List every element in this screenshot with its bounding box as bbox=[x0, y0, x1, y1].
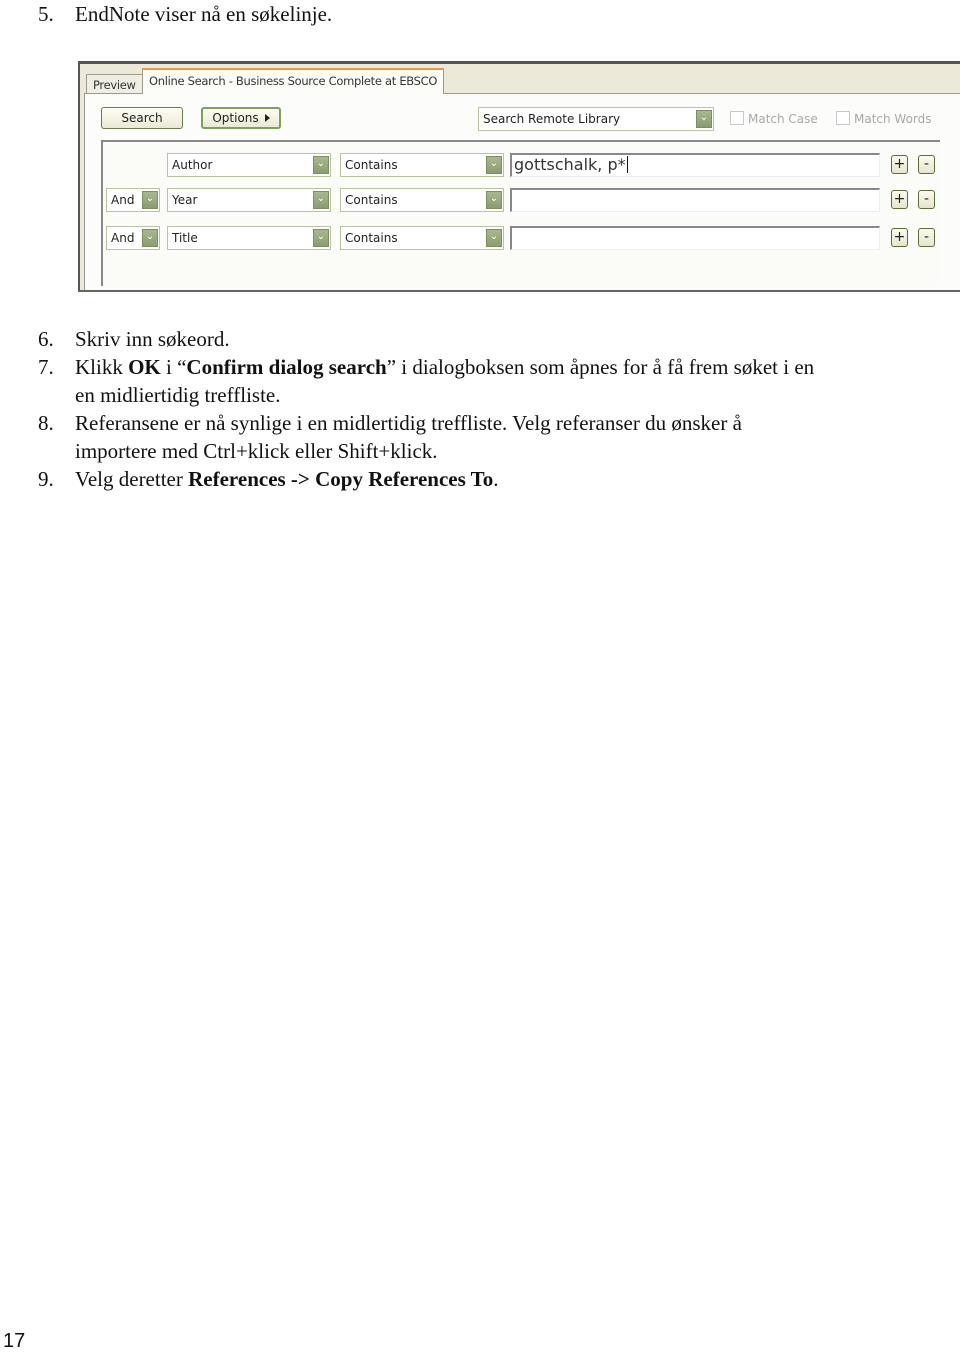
boolean-select[interactable]: And ⌄ bbox=[106, 188, 160, 212]
step-text: Velg deretter References -> Copy Referen… bbox=[75, 465, 499, 493]
match-case-label: Match Case bbox=[748, 112, 818, 126]
field-value: Title bbox=[172, 231, 198, 245]
search-criteria-area: Author ⌄ Contains ⌄ gottschalk, p* + - A… bbox=[101, 140, 940, 286]
search-panel: Search Options Search Remote Library ⌄ M… bbox=[84, 93, 960, 290]
operator-select[interactable]: Contains ⌄ bbox=[340, 153, 504, 177]
text-run: i “ bbox=[160, 355, 187, 379]
field-select[interactable]: Title ⌄ bbox=[167, 226, 331, 250]
options-button[interactable]: Options bbox=[201, 107, 281, 129]
remove-row-button[interactable]: - bbox=[918, 190, 935, 209]
operator-value: Contains bbox=[345, 158, 398, 172]
field-select[interactable]: Author ⌄ bbox=[167, 153, 331, 177]
remove-row-button[interactable]: - bbox=[918, 228, 935, 247]
remove-row-button[interactable]: - bbox=[918, 155, 935, 174]
step-text: Referansene er nå synlige i en midlertid… bbox=[75, 411, 742, 435]
text-run: . bbox=[493, 467, 499, 491]
chevron-down-icon: ⌄ bbox=[486, 191, 502, 209]
boolean-value: And bbox=[111, 193, 135, 207]
checkbox-icon bbox=[836, 111, 850, 125]
step-number: 5. bbox=[38, 2, 54, 26]
chevron-down-icon: ⌄ bbox=[142, 229, 158, 247]
search-term-input[interactable] bbox=[510, 226, 880, 250]
operator-value: Contains bbox=[345, 231, 398, 245]
add-row-button[interactable]: + bbox=[891, 155, 908, 174]
field-select[interactable]: Year ⌄ bbox=[167, 188, 331, 212]
library-select-value: Search Remote Library bbox=[483, 112, 621, 126]
add-row-button[interactable]: + bbox=[891, 190, 908, 209]
operator-select[interactable]: Contains ⌄ bbox=[340, 226, 504, 250]
tab-online-search[interactable]: Online Search - Business Source Complete… bbox=[142, 68, 445, 94]
step-text: importere med Ctrl+klick eller Shift+kli… bbox=[75, 439, 438, 463]
field-value: Year bbox=[172, 193, 198, 207]
step-number: 9. bbox=[38, 467, 54, 491]
step-text: Skriv inn søkeord. bbox=[75, 327, 230, 351]
step-text: en midliertidig treffliste. bbox=[75, 383, 281, 407]
chevron-down-icon: ⌄ bbox=[313, 156, 329, 174]
tab-bar: Preview Online Search - Business Source … bbox=[80, 64, 960, 94]
text-run: Klikk bbox=[75, 355, 129, 379]
chevron-down-icon: ⌄ bbox=[486, 156, 502, 174]
step-text: Klikk OK i “Confirm dialog search” i dia… bbox=[75, 353, 814, 381]
match-words-label: Match Words bbox=[854, 112, 932, 126]
chevron-down-icon: ⌄ bbox=[486, 229, 502, 247]
operator-select[interactable]: Contains ⌄ bbox=[340, 188, 504, 212]
add-row-button[interactable]: + bbox=[891, 228, 908, 247]
step-text: EndNote viser nå en søkelinje. bbox=[75, 2, 333, 26]
tab-preview[interactable]: Preview bbox=[86, 74, 143, 94]
confirm-dialog-emphasis: Confirm dialog search bbox=[186, 355, 387, 379]
triangle-right-icon bbox=[264, 114, 270, 122]
text-run: ” i dialogboksen som åpnes for å få frem… bbox=[386, 355, 815, 379]
endnote-search-screenshot: Preview Online Search - Business Source … bbox=[78, 61, 960, 292]
search-term-input[interactable]: gottschalk, p* bbox=[510, 153, 880, 177]
boolean-value: And bbox=[111, 231, 135, 245]
step-number: 8. bbox=[38, 411, 54, 435]
chevron-down-icon: ⌄ bbox=[313, 191, 329, 209]
operator-value: Contains bbox=[345, 193, 398, 207]
ok-emphasis: OK bbox=[128, 355, 161, 379]
match-words-checkbox[interactable]: Match Words bbox=[836, 111, 932, 127]
search-term-input[interactable] bbox=[510, 188, 880, 212]
text-caret bbox=[626, 156, 628, 173]
field-value: Author bbox=[172, 158, 213, 172]
step-number: 7. bbox=[38, 355, 54, 379]
step-number: 6. bbox=[38, 327, 54, 351]
options-label: Options bbox=[212, 111, 259, 125]
match-case-checkbox[interactable]: Match Case bbox=[730, 111, 818, 127]
menu-path-emphasis: References -> Copy References To bbox=[188, 467, 494, 491]
page-number: 17 bbox=[3, 1330, 26, 1352]
search-term-value: gottschalk, p* bbox=[514, 155, 626, 174]
boolean-select[interactable]: And ⌄ bbox=[106, 226, 160, 250]
chevron-down-icon: ⌄ bbox=[142, 191, 158, 209]
checkbox-icon bbox=[730, 111, 744, 125]
text-run: Velg deretter bbox=[75, 467, 189, 491]
library-select[interactable]: Search Remote Library ⌄ bbox=[478, 107, 714, 131]
chevron-down-icon: ⌄ bbox=[313, 229, 329, 247]
search-button[interactable]: Search bbox=[101, 107, 183, 129]
chevron-down-icon: ⌄ bbox=[696, 110, 712, 128]
